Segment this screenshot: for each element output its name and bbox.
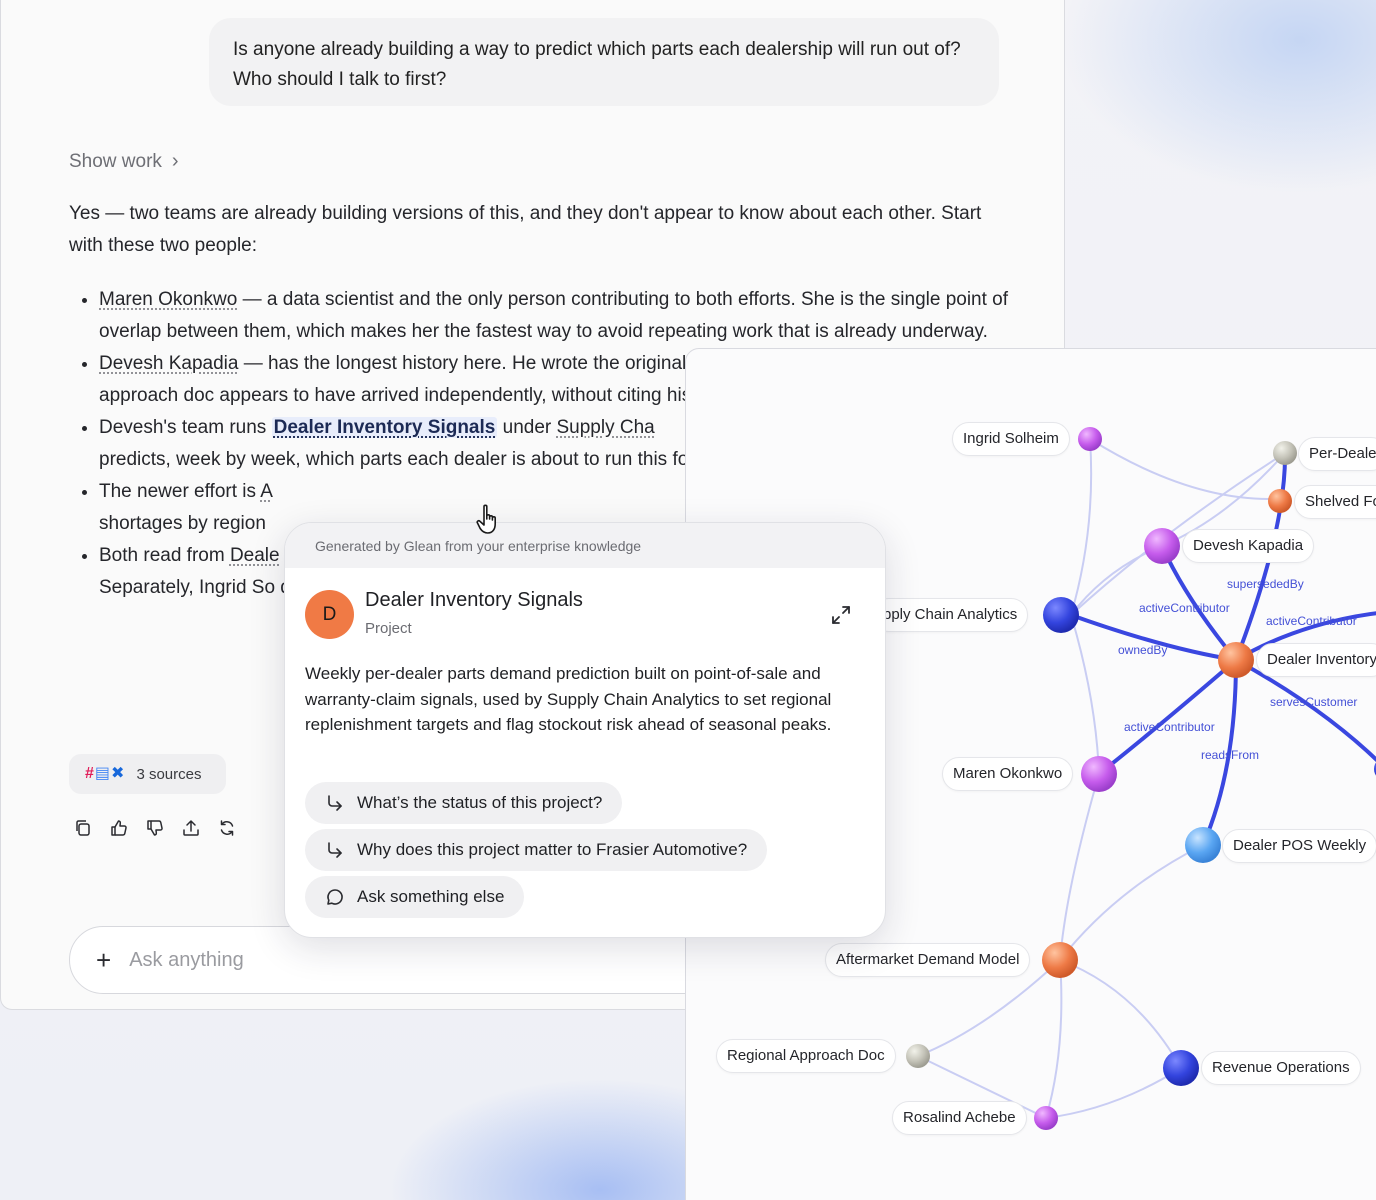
graph-node-label[interactable]: Per-Deale — [1298, 437, 1376, 471]
card-description: Weekly per-dealer parts demand predictio… — [305, 664, 832, 734]
share-icon[interactable] — [181, 818, 201, 838]
slack-icon: # — [85, 765, 94, 782]
edge-label: ownedBy — [1118, 643, 1168, 657]
expand-icon[interactable] — [829, 603, 853, 627]
graph-node-label[interactable]: Regional Approach Doc — [716, 1039, 896, 1073]
entity-link[interactable]: Maren Okonkwo — [99, 289, 237, 310]
user-message: Is anyone already building a way to pred… — [209, 18, 999, 106]
copy-icon[interactable] — [73, 818, 93, 838]
answer-intro: Yes — two teams are already building ver… — [69, 203, 982, 256]
entity-link[interactable]: Deale — [230, 545, 280, 566]
graph-node — [1081, 756, 1117, 792]
message-actions — [73, 818, 237, 838]
graph-node — [1078, 427, 1102, 451]
confluence-icon: ✖ — [111, 765, 125, 782]
graph-node — [1034, 1106, 1058, 1130]
entity-link[interactable]: Devesh Kapadia — [99, 353, 238, 374]
reply-arrow-icon — [328, 842, 342, 858]
graph-node-label[interactable]: Ingrid Solheim — [952, 422, 1070, 456]
entity-preview-card: Generated by Glean from your enterprise … — [284, 522, 886, 938]
composer-placeholder: Ask anything — [129, 948, 244, 971]
graph-node-label[interactable]: Devesh Kapadia — [1182, 529, 1315, 563]
suggestion-label: Why does this project matter to Frasier … — [357, 840, 748, 859]
hand-cursor-icon — [476, 504, 496, 534]
thumbs-down-icon[interactable] — [145, 818, 165, 838]
sources-label: 3 sources — [136, 765, 202, 783]
regenerate-icon[interactable] — [217, 818, 237, 838]
ask-something-else-chip[interactable]: Ask something else — [305, 876, 525, 918]
suggestion-chip[interactable]: What’s the status of this project? — [305, 782, 623, 824]
show-work-label: Show work — [69, 150, 162, 172]
chat-bubble-icon — [327, 889, 343, 905]
entity-link-highlighted[interactable]: Dealer Inventory Signals — [271, 417, 498, 438]
entity-link[interactable]: Supply Cha — [557, 417, 655, 438]
graph-node — [1042, 942, 1078, 978]
reply-arrow-icon — [328, 795, 342, 811]
suggestion-chip[interactable]: Why does this project matter to Frasier … — [305, 829, 768, 871]
edge-label: servesCustomer — [1270, 695, 1358, 709]
graph-node-label[interactable]: Dealer Inventory — [1256, 643, 1376, 677]
entity-link[interactable]: A — [260, 481, 273, 502]
suggestion-label: Ask something else — [357, 887, 505, 906]
sources-button[interactable]: # ▤ ✖ 3 sources — [69, 754, 226, 794]
graph-node-label[interactable]: pply Chain Analytics — [872, 598, 1029, 632]
list-item: Maren Okonkwo — a data scientist and the… — [99, 284, 1009, 348]
graph-node — [1144, 528, 1180, 564]
source-icons: # ▤ ✖ — [85, 766, 124, 782]
graph-node — [1185, 827, 1221, 863]
card-header: Generated by Glean from your enterprise … — [285, 523, 885, 568]
google-docs-icon: ▤ — [94, 765, 111, 782]
graph-node-label[interactable]: Shelved Fo — [1294, 485, 1376, 519]
graph-node-label[interactable]: Maren Okonkwo — [942, 757, 1074, 791]
graph-node-label[interactable]: Aftermarket Demand Model — [825, 943, 1031, 977]
graph-node — [906, 1044, 930, 1068]
edge-label: supersededBy — [1227, 577, 1304, 591]
graph-node — [1163, 1050, 1199, 1086]
graph-node-label[interactable]: Rosalind Achebe — [892, 1101, 1027, 1135]
chevron-right-icon: › — [171, 150, 179, 172]
edge-label: activeContributor — [1124, 720, 1215, 734]
card-subtitle: Project — [365, 620, 412, 637]
graph-node-label[interactable]: Dealer POS Weekly — [1222, 829, 1376, 863]
graph-node — [1268, 489, 1292, 513]
thumbs-up-icon[interactable] — [109, 818, 129, 838]
suggestion-label: What’s the status of this project? — [357, 793, 603, 812]
plus-icon[interactable]: + — [96, 947, 111, 973]
graph-node — [1218, 642, 1254, 678]
show-work-toggle[interactable]: Show work › — [69, 150, 179, 173]
graph-node-label[interactable]: Revenue Operations — [1201, 1051, 1361, 1085]
edge-label: readsFrom — [1201, 748, 1260, 762]
card-title[interactable]: Dealer Inventory Signals — [365, 589, 583, 612]
edge-label: activeContributor — [1266, 614, 1357, 628]
graph-node — [1043, 597, 1079, 633]
graph-node — [1273, 441, 1297, 465]
avatar: D — [305, 590, 354, 639]
edge-label: activeContributor — [1139, 601, 1230, 615]
